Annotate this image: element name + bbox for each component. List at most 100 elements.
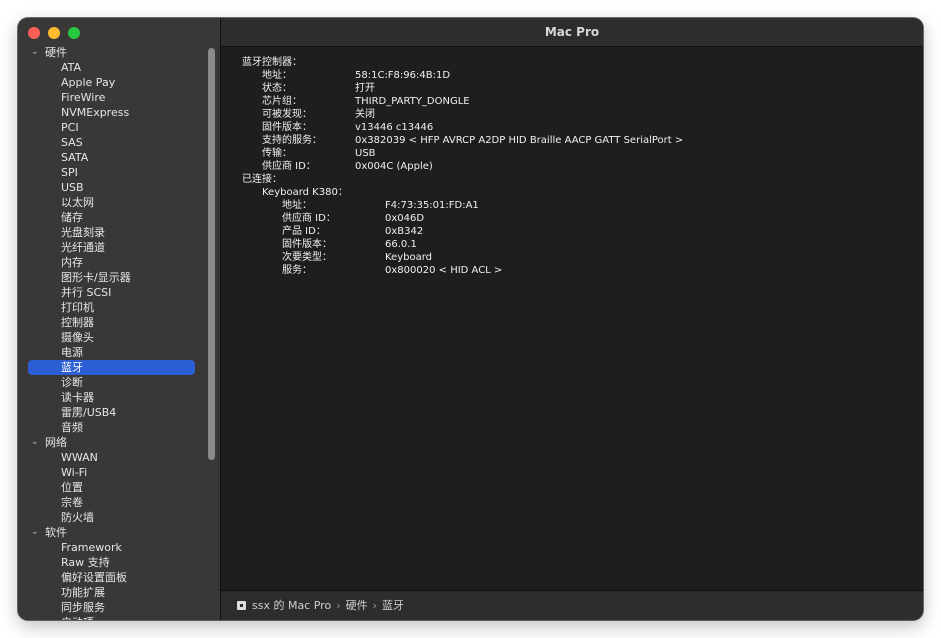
sidebar-item[interactable]: 位置 <box>18 480 220 495</box>
property-key: 支持的服务： <box>262 135 322 146</box>
sidebar-group[interactable]: ⌄ 软件 <box>18 525 220 540</box>
device-property: 供应商 ID： 0x046D <box>242 212 913 225</box>
device-property: 产品 ID： 0xB342 <box>242 225 913 238</box>
controller-property: 芯片组： THIRD_PARTY_DONGLE <box>242 95 913 108</box>
breadcrumb-separator: › <box>336 599 341 612</box>
sidebar-item[interactable]: 读卡器 <box>18 390 220 405</box>
sidebar-item[interactable]: 功能扩展 <box>18 585 220 600</box>
sidebar-item[interactable]: 光纤通道 <box>18 240 220 255</box>
sidebar-group[interactable]: ⌄ 硬件 <box>18 45 220 60</box>
property-key: 固件版本： <box>282 239 332 250</box>
device-property: 地址： F4:73:35:01:FD:A1 <box>242 199 913 212</box>
controller-property: 支持的服务： 0x382039 < HFP AVRCP A2DP HID Brai… <box>242 134 913 147</box>
property-value: THIRD_PARTY_DONGLE <box>355 96 470 107</box>
sidebar-item[interactable]: FireWire <box>18 90 220 105</box>
sidebar-item[interactable]: 同步服务 <box>18 600 220 615</box>
property-value: 0xB342 <box>385 226 424 237</box>
controller-property: 传输： USB <box>242 147 913 160</box>
property-value: USB <box>355 148 376 159</box>
property-value: F4:73:35:01:FD:A1 <box>385 200 479 211</box>
sidebar-item[interactable]: 控制器 <box>18 315 220 330</box>
controller-property: 可被发现： 关闭 <box>242 108 913 121</box>
breadcrumb-0[interactable]: ssx 的 Mac Pro <box>252 599 331 612</box>
sidebar-item[interactable]: 雷雳/USB4 <box>18 405 220 420</box>
property-value: Keyboard <box>385 252 433 263</box>
sidebar-item[interactable]: 诊断 <box>18 375 220 390</box>
property-key: 供应商 ID： <box>282 213 336 224</box>
sidebar-item[interactable]: 摄像头 <box>18 330 220 345</box>
connected-heading: 已连接： <box>242 173 913 186</box>
sidebar-item[interactable]: 并行 SCSI <box>18 285 220 300</box>
device-property: 固件版本： 66.0.1 <box>242 238 913 251</box>
property-value: 66.0.1 <box>385 239 417 250</box>
sidebar-item[interactable]: 储存 <box>18 210 220 225</box>
minimize-button[interactable] <box>48 27 60 39</box>
controller-property: 地址： 58:1C:F8:96:4B:1D <box>242 69 913 82</box>
sidebar-item[interactable]: SPI <box>18 165 220 180</box>
property-key: 地址： <box>262 70 292 81</box>
sidebar-group-label: 软件 <box>45 526 67 539</box>
sidebar-group-label: 网络 <box>45 436 67 449</box>
property-value: 关闭 <box>355 109 375 120</box>
property-value: 0x382039 < HFP AVRCP A2DP HID Braille AA… <box>355 135 684 146</box>
controller-property: 固件版本： v13446 c13446 <box>242 121 913 134</box>
sidebar-item[interactable]: SAS <box>18 135 220 150</box>
sidebar-item[interactable]: PCI <box>18 120 220 135</box>
sidebar: ⌄ 硬件 ATA Apple Pay FireWire NVMExpress PCI SAS S… <box>18 18 221 620</box>
property-key: 服务： <box>282 265 312 276</box>
sidebar-item[interactable]: SATA <box>18 150 220 165</box>
sidebar-item[interactable]: 防火墙 <box>18 510 220 525</box>
sidebar-item[interactable]: 宗卷 <box>18 495 220 510</box>
property-key: 芯片组： <box>262 96 302 107</box>
sidebar-item[interactable]: 光盘刻录 <box>18 225 220 240</box>
sidebar-item[interactable]: 以太网 <box>18 195 220 210</box>
property-value: 0x046D <box>385 213 425 224</box>
sidebar-tree: ⌄ 硬件 ATA Apple Pay FireWire NVMExpress PCI SAS S… <box>18 45 220 620</box>
property-value: 0x004C (Apple) <box>355 161 433 172</box>
property-key: 固件版本： <box>262 122 312 133</box>
sidebar-group[interactable]: ⌄ 网络 <box>18 435 220 450</box>
property-key: Keyboard K380： <box>262 187 348 198</box>
window-title: Mac Pro <box>221 18 923 47</box>
sidebar-item[interactable]: USB <box>18 180 220 195</box>
sidebar-item[interactable]: WWAN <box>18 450 220 465</box>
property-value: 0x800020 < HID ACL > <box>385 265 503 276</box>
sidebar-item[interactable]: 偏好设置面板 <box>18 570 220 585</box>
sidebar-item[interactable]: Wi-Fi <box>18 465 220 480</box>
chevron-down-icon[interactable]: ⌄ <box>31 525 39 540</box>
sidebar-group-label: 硬件 <box>45 46 67 59</box>
property-key: 状态： <box>262 83 292 94</box>
system-information-window: ⌄ 硬件 ATA Apple Pay FireWire NVMExpress PCI SAS S… <box>18 18 923 620</box>
main-panel: Mac Pro 蓝牙控制器： 地址： 58:1C:F8:96:4B:1D 状态： 打开… <box>221 18 923 620</box>
sidebar-item[interactable]: 启动项 <box>18 615 220 620</box>
sidebar-item[interactable]: Apple Pay <box>18 75 220 90</box>
sidebar-item[interactable]: 打印机 <box>18 300 220 315</box>
sidebar-item[interactable]: NVMExpress <box>18 105 220 120</box>
statusbar: ssx 的 Mac Pro › 硬件 › 蓝牙 <box>221 590 923 620</box>
sidebar-item[interactable]: 内存 <box>18 255 220 270</box>
zoom-button[interactable] <box>68 27 80 39</box>
breadcrumb-1[interactable]: 硬件 <box>346 599 368 612</box>
close-button[interactable] <box>28 27 40 39</box>
sidebar-item[interactable]: ATA <box>18 60 220 75</box>
sidebar-item[interactable]: 蓝牙 <box>28 360 195 375</box>
property-key: 已连接： <box>242 174 282 185</box>
property-key: 地址： <box>282 200 312 211</box>
property-key: 供应商 ID： <box>262 161 316 172</box>
detail-pane: 蓝牙控制器： 地址： 58:1C:F8:96:4B:1D 状态： 打开 芯片组： THIR… <box>242 56 913 277</box>
chevron-down-icon[interactable]: ⌄ <box>31 45 39 60</box>
sidebar-item[interactable]: 图形卡/显示器 <box>18 270 220 285</box>
property-value: 打开 <box>355 83 375 94</box>
property-value: v13446 c13446 <box>355 122 434 133</box>
sidebar-item[interactable]: Framework <box>18 540 220 555</box>
computer-icon <box>237 601 246 610</box>
breadcrumb-2[interactable]: 蓝牙 <box>382 599 404 612</box>
controller-property: 供应商 ID： 0x004C (Apple) <box>242 160 913 173</box>
property-key: 次要类型： <box>282 252 332 263</box>
sidebar-item[interactable]: Raw 支持 <box>18 555 220 570</box>
sidebar-item[interactable]: 电源 <box>18 345 220 360</box>
chevron-down-icon[interactable]: ⌄ <box>31 435 39 450</box>
sidebar-item[interactable]: 音频 <box>18 420 220 435</box>
sidebar-scrollbar[interactable] <box>208 48 215 460</box>
property-key: 产品 ID： <box>282 226 326 237</box>
